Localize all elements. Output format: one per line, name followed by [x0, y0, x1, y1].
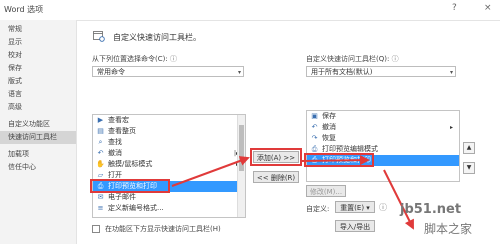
- watermark-domain: jb51.net: [400, 202, 462, 217]
- arrow-to-target: [301, 155, 370, 166]
- watermark-brand: 脚本之家: [424, 222, 473, 236]
- arrow-to-add: [171, 156, 250, 187]
- arrow-down: [383, 169, 414, 230]
